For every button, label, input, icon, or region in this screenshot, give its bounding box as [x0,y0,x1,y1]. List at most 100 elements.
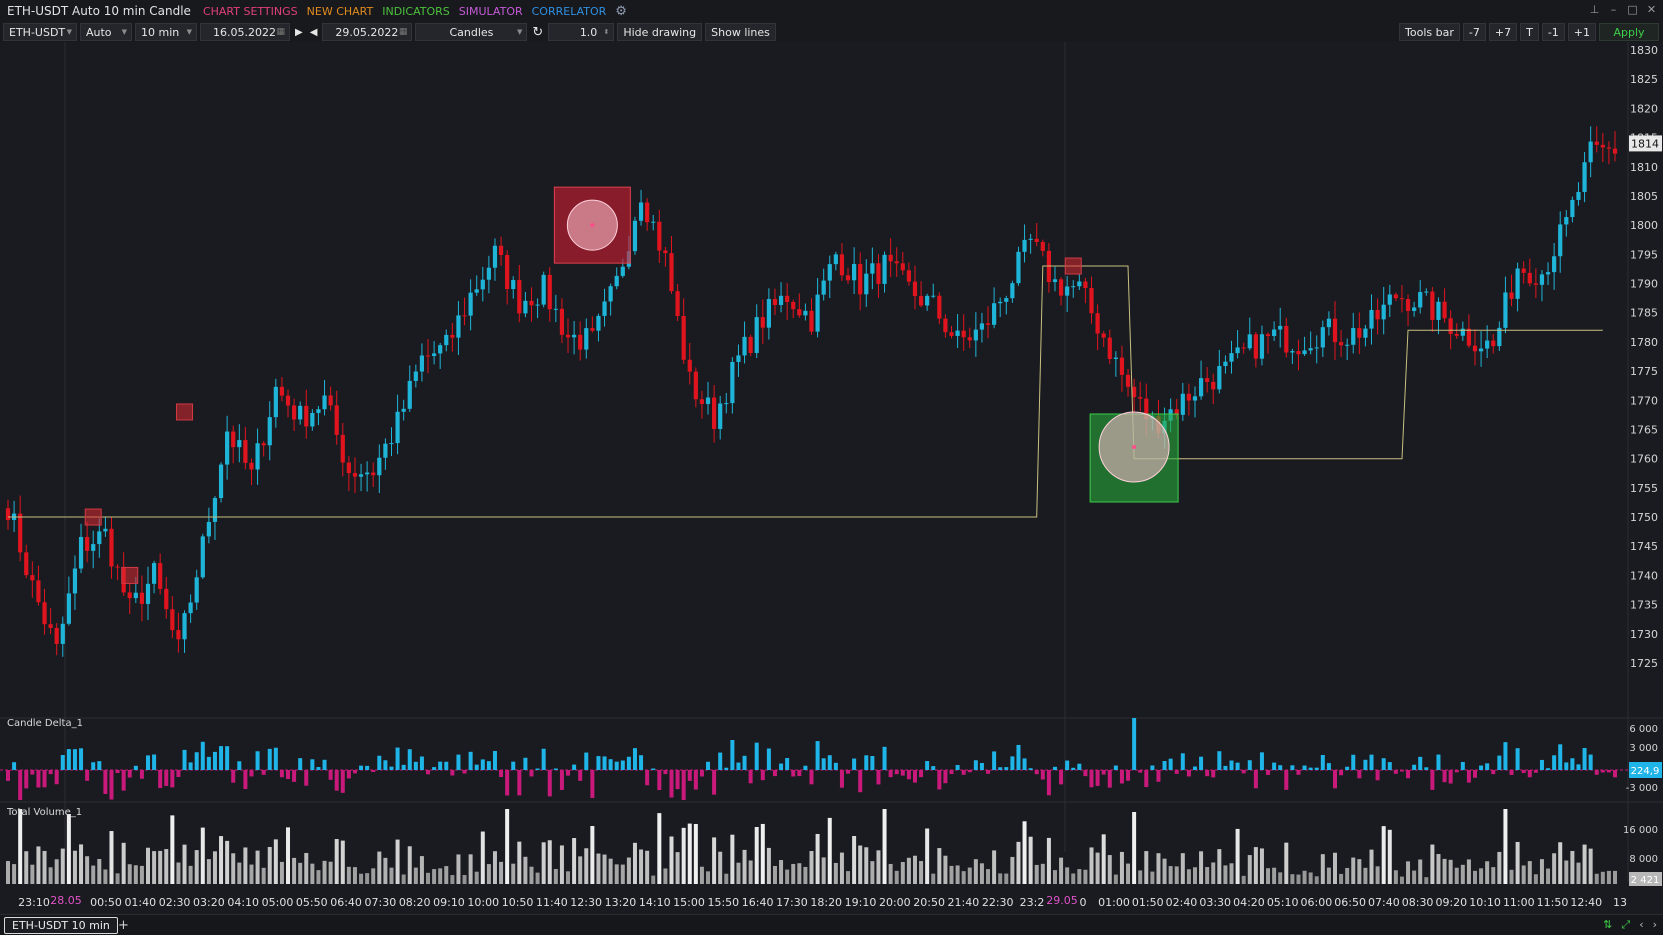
volume-bar [1588,848,1593,884]
candle-body [419,355,425,372]
delta-bar [79,748,84,770]
sell-signal-marker [84,508,102,526]
add-tab-icon[interactable]: + [118,918,129,933]
volume-bar [803,866,808,884]
close-icon[interactable]: ✕ [1646,3,1657,16]
volume-bar [1217,849,1222,884]
delta-bar [237,761,242,770]
delta-bar [596,756,601,770]
candle-body [218,464,224,498]
delta-bar [127,770,132,778]
price-tick-label: 1770 [1630,394,1658,407]
menu-simulator[interactable]: SIMULATOR [459,5,523,18]
volume-bar [212,851,217,884]
candle-body [1612,148,1618,154]
menu-chart-settings[interactable]: CHART SETTINGS [203,5,298,18]
step-plus-1-button[interactable]: +1 [1567,23,1596,41]
chart-canvas[interactable]: 1830182518201815181018051800179517901785… [0,42,1663,914]
candle-body [444,334,449,346]
volume-bar [438,868,443,884]
menu-new-chart[interactable]: NEW CHART [307,5,374,18]
candle-body [1065,286,1070,296]
menu-indicators[interactable]: INDICATORS [382,5,450,18]
volume-bar [1430,844,1435,884]
volume-bar [1059,857,1064,884]
volume-bar [310,863,315,884]
symbol-select[interactable]: ETH-USDT ▼ [3,23,77,41]
mode-select[interactable]: Auto ▼ [80,23,132,41]
volume-bar [1253,847,1258,884]
calendar-icon[interactable]: ▦ [276,27,285,37]
time-tick-label: 02:40 [1166,896,1198,909]
candle-body [1296,351,1301,355]
chevron-right-icon[interactable]: › [1653,918,1657,932]
step-plus-7-button[interactable]: +7 [1488,23,1518,41]
pin-icon[interactable]: ⊥ [1589,3,1600,16]
maximize-icon[interactable]: □ [1627,3,1638,16]
volume-bar [1004,873,1009,884]
volume-bar [1564,860,1569,884]
chevron-left-icon[interactable]: ‹ [1639,918,1643,932]
delta-bar [456,754,461,770]
candle-body [243,440,248,463]
step-minus-1-button[interactable]: -1 [1541,23,1565,41]
delta-bar [1065,760,1070,770]
start-date-input[interactable]: 16.05.2022 ▦ [200,23,290,41]
timeframe-select[interactable]: 10 min ▼ [135,23,197,41]
volume-bar [791,863,796,884]
candle-body [291,405,297,420]
candle-body [529,300,534,306]
volume-bar [699,866,704,884]
chart-tab[interactable]: ETH-USDT 10 min [4,917,118,934]
tools-bar-button[interactable]: Tools bar [1399,23,1460,41]
sort-icon[interactable]: ⇅ [1603,918,1612,932]
stepper-arrows-icon[interactable]: ⬍ [603,28,609,36]
show-lines-button[interactable]: Show lines [705,23,776,41]
signal-dot [590,223,595,228]
volume-bar [1247,855,1252,884]
candle-body [456,315,461,338]
delta-bar [505,770,510,796]
candle-body [754,317,759,353]
chart-type-select[interactable]: Candles ▼ [415,23,528,41]
delta-bar [1229,760,1234,770]
candle-body [1223,361,1228,367]
volume-bar [864,847,869,884]
delta-bar [158,770,163,789]
play-back-icon[interactable]: ◀ [308,27,320,38]
refresh-icon[interactable]: ↻ [530,25,545,40]
step-minus-7-button[interactable]: -7 [1462,23,1486,41]
end-date-input[interactable]: 29.05.2022 ▦ [322,23,413,41]
candle-body [1138,397,1143,399]
play-forward-icon[interactable]: ▶ [293,27,305,38]
expand-icon[interactable]: ⤢ [1621,918,1630,932]
candle-body [194,577,199,603]
volume-bar [1460,864,1465,884]
candle-body [1338,342,1344,346]
candle-body [766,299,771,328]
delta-bar [273,747,278,770]
volume-bar [1205,867,1210,884]
volume-bar [1357,859,1362,884]
delta-bar [103,770,108,794]
candle-body [1058,279,1064,296]
price-tick-label: 1825 [1630,73,1658,86]
menu-correlator[interactable]: CORRELATOR [532,5,607,18]
delta-bar [858,770,863,793]
volume-bar [432,869,437,884]
today-button[interactable]: T [1520,23,1539,41]
delta-bar [1180,753,1185,770]
apply-button[interactable]: Apply [1599,23,1659,41]
candle-body [24,552,29,576]
minimize-icon[interactable]: – [1608,3,1619,16]
calendar-icon[interactable]: ▦ [399,27,408,37]
scale-stepper[interactable]: 1.0 ⬍ [548,23,615,41]
delta-bar [1083,770,1088,777]
hide-drawing-button[interactable]: Hide drawing [617,23,703,41]
candle-body [273,386,278,418]
candle-body [249,462,254,470]
volume-bar [986,869,991,884]
volume-bar [1454,867,1459,884]
volume-bar [304,852,309,884]
gear-icon[interactable]: ⚙ [615,4,627,19]
